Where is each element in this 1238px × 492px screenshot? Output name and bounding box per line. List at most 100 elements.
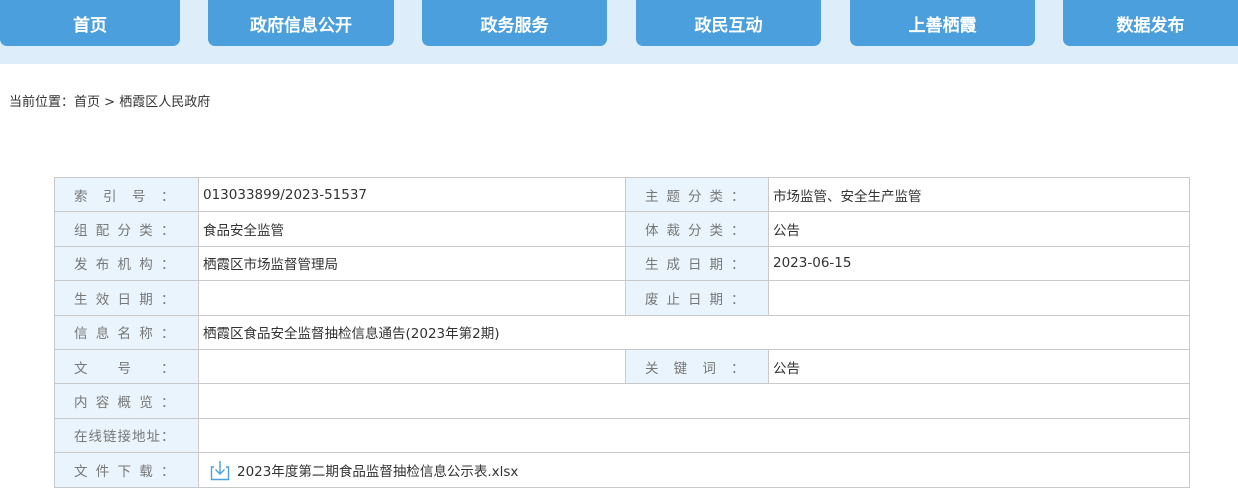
label-char: ： — [731, 188, 745, 205]
download-cell: 2023年度第二期食品监督抽检信息公示表.xlsx — [198, 452, 1190, 488]
label-char: ： — [731, 257, 745, 274]
title-value: 栖霞区食品安全监督抽检信息通告(2023年第2期) — [198, 314, 1190, 350]
table-row: 文件下载 ： 2023年度第二期食品监督抽检信息公示表.xlsx — [54, 452, 1190, 488]
label-char: ： — [161, 429, 175, 446]
table-row: 信息名称 ： 栖霞区食品安全监督抽检信息通告(2023年第2期) — [54, 314, 1190, 350]
nav-gov-info-label: 政府信息公开 — [250, 15, 352, 36]
online-link-value[interactable] — [198, 417, 1190, 454]
label-char: 机 — [117, 257, 132, 274]
label-char: 废 — [645, 291, 659, 308]
label-char: 类 — [709, 223, 724, 240]
top-nav-band — [0, 0, 1238, 64]
label-char: 链 — [103, 429, 117, 446]
label-char: 件 — [95, 463, 110, 480]
label-char: 名 — [117, 326, 132, 343]
table-row: 发布机构 ： 栖霞区市场监督管理局 生成日期 ： 2023-06-15 — [54, 245, 1190, 282]
label-char: 容 — [95, 395, 110, 412]
file-name: 2023年度第二期食品监督抽检信息公示表.xlsx — [237, 463, 519, 480]
breadcrumb-separator: > — [104, 95, 116, 110]
nav-data-label: 数据发布 — [1116, 15, 1185, 36]
info-table: 索引号： 013033899/2023-51537 主题分类： 市场监管、安全生… — [54, 176, 1190, 488]
effective-date-label: 生效日期 ： — [54, 280, 199, 316]
label-char: 组 — [74, 223, 88, 240]
doc-no-value — [198, 348, 626, 385]
label-char: 分 — [117, 223, 132, 240]
label-char: 地 — [132, 429, 146, 446]
label-char: 接 — [117, 429, 132, 446]
label-char: 文 — [74, 360, 88, 377]
table-row: 文 号 ： 关键词 ： 公告 — [54, 348, 1190, 385]
genre-label: 体裁分类 ： — [625, 211, 769, 247]
nav-home[interactable]: 首页 — [0, 0, 180, 46]
online-link-label: 在线链接地址： — [54, 417, 199, 454]
nav-shangshan[interactable]: 上善栖霞 — [850, 0, 1035, 46]
label-char: 文 — [74, 463, 88, 480]
label-char: 信 — [74, 326, 88, 343]
label-char: 在 — [74, 429, 88, 446]
label-char: 日 — [117, 291, 132, 308]
org-category-value: 食品安全监管 — [198, 211, 626, 247]
table-row: 内容概览 ： — [54, 383, 1190, 419]
file-download-link[interactable]: 2023年度第二期食品监督抽检信息公示表.xlsx — [203, 459, 1189, 481]
topic-label: 主题分类 ： — [625, 176, 769, 213]
created-date-value: 2023-06-15 — [768, 245, 1190, 282]
label-char: 称 — [139, 326, 154, 343]
label-char: 分 — [688, 188, 702, 205]
label-char: ： — [161, 257, 175, 274]
label-char: 索 — [74, 188, 88, 205]
label-char: ： — [161, 326, 175, 343]
label-char: 号 — [132, 188, 146, 205]
label-char: 期 — [709, 257, 724, 274]
label-char: ： — [161, 463, 175, 480]
label-char: 发 — [74, 257, 88, 274]
nav-data[interactable]: 数据发布 — [1063, 0, 1238, 46]
abolished-date-label: 废止日期 ： — [625, 280, 769, 316]
label-char: 类 — [709, 188, 724, 205]
nav-gov-service[interactable]: 政务服务 — [422, 0, 607, 46]
label-char: 期 — [709, 291, 724, 308]
table-row: 在线链接地址： — [54, 417, 1190, 454]
nav-interaction-label: 政民互动 — [694, 15, 763, 36]
abolished-date-value — [768, 280, 1190, 316]
label-char: 构 — [139, 257, 154, 274]
title-label: 信息名称 ： — [54, 314, 199, 350]
label-char: ： — [161, 223, 175, 240]
label-char: 止 — [666, 291, 681, 308]
download-icon — [210, 460, 230, 481]
summary-label: 内容概览 ： — [54, 383, 199, 419]
label-char: 成 — [666, 257, 681, 274]
breadcrumb: 当前位置：首页 > 栖霞区人民政府 — [9, 91, 210, 110]
label-char: 载 — [139, 463, 154, 480]
keywords-value: 公告 — [768, 348, 1190, 385]
label-char: 布 — [95, 257, 110, 274]
doc-no-label: 文 号 ： — [54, 348, 199, 385]
topic-value: 市场监管、安全生产监管 — [768, 176, 1190, 213]
label-char: 内 — [74, 395, 88, 412]
publisher-value: 栖霞区市场监督管理局 — [198, 245, 626, 282]
label-char: 引 — [103, 188, 117, 205]
label-char: 分 — [688, 223, 702, 240]
nav-interaction[interactable]: 政民互动 — [636, 0, 821, 46]
nav-gov-info[interactable]: 政府信息公开 — [208, 0, 394, 46]
label-char: ： — [161, 188, 175, 205]
table-row: 索引号 ： 013033899/2023-51537 主题分类 ： 市场监管、安全生… — [54, 176, 1190, 213]
breadcrumb-current-link[interactable]: 栖霞区人民政府 — [119, 95, 210, 110]
label-char: ： — [731, 223, 745, 240]
label-char: ： — [730, 360, 745, 377]
created-date-label: 生成日期 ： — [625, 245, 769, 282]
label-char: ： — [161, 360, 175, 377]
index-no-value: 013033899/2023-51537 — [198, 176, 626, 213]
label-char: 号 — [117, 360, 132, 377]
label-char: 键 — [673, 360, 688, 377]
label-char: 线 — [88, 429, 103, 446]
label-char: 关 — [645, 360, 659, 377]
table-row: 生效日期： 废止日期： — [54, 280, 1190, 316]
label-char: 下 — [117, 463, 132, 480]
genre-value: 公告 — [768, 211, 1190, 247]
breadcrumb-home-link[interactable]: 首页 — [74, 95, 100, 110]
nav-shangshan-label: 上善栖霞 — [908, 15, 977, 36]
download-label: 文件下载 ： — [54, 452, 199, 488]
org-category-label: 组配分类 ： — [54, 211, 199, 247]
label-char: 址 — [146, 429, 161, 446]
label-char: 题 — [666, 188, 681, 205]
